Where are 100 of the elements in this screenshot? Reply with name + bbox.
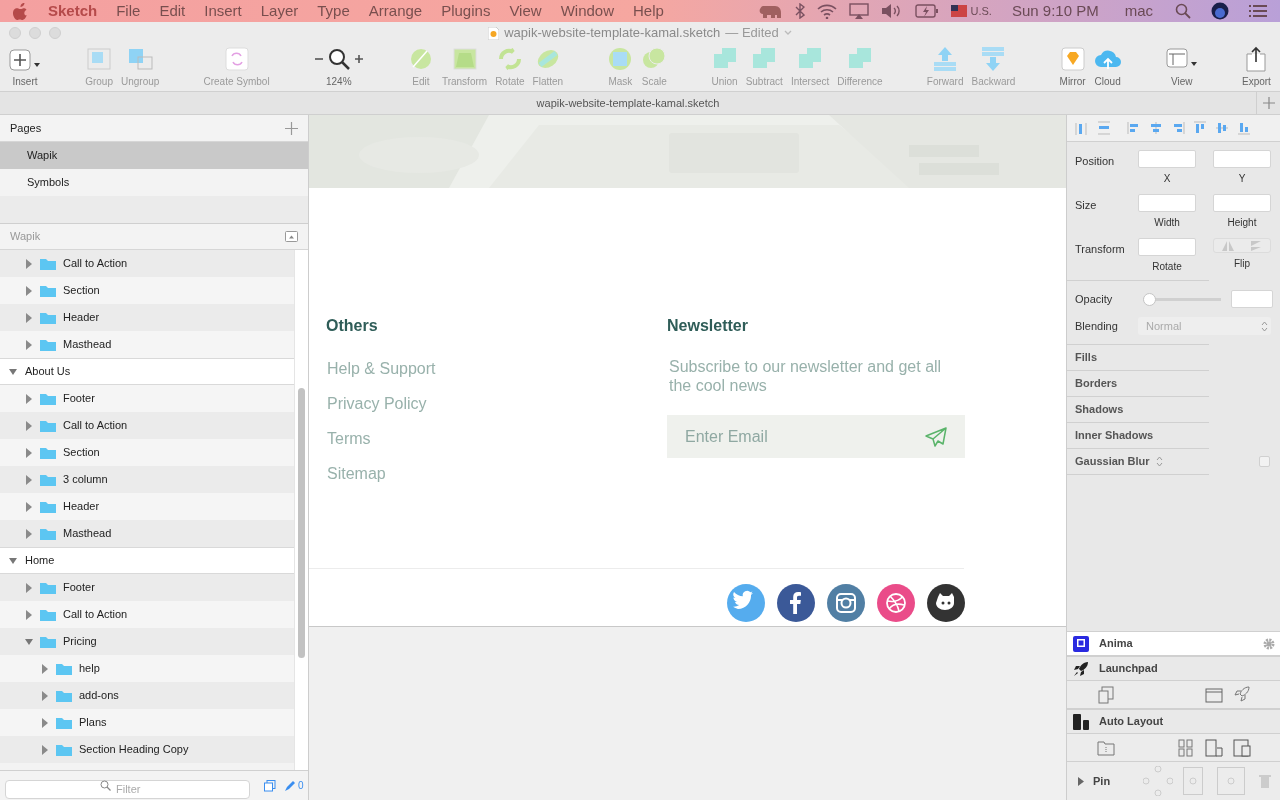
phone-tablet-icon[interactable] xyxy=(1205,738,1223,757)
toolbar-button[interactable]: View xyxy=(1164,46,1199,89)
pin-toggle[interactable]: Pin xyxy=(1077,772,1111,790)
folder-outline-icon[interactable] xyxy=(1097,738,1115,757)
expand-arrow-icon[interactable] xyxy=(40,663,50,674)
input-source[interactable]: U.S. xyxy=(970,2,992,20)
section-header[interactable]: Inner Shadows xyxy=(1075,427,1154,444)
toolbar-button[interactable]: Cloud xyxy=(1092,46,1123,89)
menu-item[interactable]: Layer xyxy=(260,0,299,23)
collapse-arrow-icon[interactable] xyxy=(24,636,34,647)
layer-row[interactable]: Home xyxy=(0,547,294,574)
apple-icon[interactable] xyxy=(13,2,28,20)
search-icon[interactable] xyxy=(1175,3,1191,19)
instagram-button[interactable] xyxy=(827,584,865,622)
airplay-icon[interactable] xyxy=(848,3,869,19)
section-header[interactable]: Gaussian Blur xyxy=(1075,453,1150,470)
filter-field[interactable]: Filter xyxy=(5,779,250,799)
menu-item[interactable]: Help xyxy=(633,0,664,23)
toolbar-button[interactable]: Export xyxy=(1240,46,1272,89)
layer-row[interactable]: Call to Action xyxy=(0,412,294,439)
plugin-header[interactable]: Anima xyxy=(1067,631,1280,656)
layer-row[interactable]: About Us xyxy=(0,358,294,385)
number-field[interactable] xyxy=(1138,150,1196,168)
number-field[interactable] xyxy=(1138,194,1196,212)
list-icon[interactable] xyxy=(1249,4,1267,18)
layer-row[interactable]: Header xyxy=(0,304,294,331)
expand-arrow-icon[interactable] xyxy=(24,447,34,458)
layer-row[interactable]: Pricing xyxy=(0,628,294,655)
settings-icon[interactable] xyxy=(1263,637,1275,650)
layer-row[interactable]: Section Heading Copy xyxy=(0,736,294,763)
battery-icon[interactable] xyxy=(914,4,939,18)
expand-arrow-icon[interactable] xyxy=(24,420,34,431)
user-menu[interactable]: mac xyxy=(1124,0,1153,23)
updown-icon[interactable] xyxy=(1155,456,1163,467)
menu-item[interactable]: File xyxy=(116,0,141,23)
number-field[interactable] xyxy=(1231,290,1273,308)
menu-item[interactable]: Type xyxy=(317,0,350,23)
menu-item[interactable]: Plugins xyxy=(441,0,491,23)
github-button[interactable] xyxy=(927,584,965,622)
pen-icon[interactable] xyxy=(284,779,296,792)
wifi-icon[interactable] xyxy=(816,3,837,19)
section-header[interactable]: Borders xyxy=(1075,375,1118,392)
layer-row[interactable]: Call to Action xyxy=(0,250,294,277)
email-field[interactable]: Enter Email xyxy=(667,415,965,458)
align-icon[interactable] xyxy=(1215,121,1229,135)
layer-row[interactable]: 3 column xyxy=(0,466,294,493)
align-icon[interactable] xyxy=(1171,121,1185,135)
number-field[interactable] xyxy=(1213,150,1271,168)
scrollbar-thumb[interactable] xyxy=(298,388,305,658)
toolbar-button[interactable]: Insert xyxy=(8,46,42,89)
align-icon[interactable] xyxy=(1127,121,1141,135)
menu-clock[interactable]: Sun 9:10 PM xyxy=(1011,0,1099,23)
collapse-arrow-icon[interactable] xyxy=(8,366,18,377)
rocket-icon[interactable] xyxy=(1233,685,1251,704)
menu-item[interactable]: Window xyxy=(560,0,614,23)
align-icon[interactable] xyxy=(1193,121,1207,135)
section-header[interactable]: Shadows xyxy=(1075,401,1124,418)
expand-arrow-icon[interactable] xyxy=(24,258,34,269)
page-item[interactable]: Wapik xyxy=(0,142,308,169)
grid-icon[interactable] xyxy=(1177,738,1195,757)
layer-row[interactable]: Masthead xyxy=(0,520,294,547)
magnifier-icon[interactable] xyxy=(327,48,350,70)
send-icon[interactable] xyxy=(925,427,947,447)
toolbar-button[interactable]: Mirror xyxy=(1058,46,1087,89)
expand-arrow-icon[interactable] xyxy=(40,690,50,701)
distribute-icon[interactable] xyxy=(1097,121,1111,135)
expand-arrow-icon[interactable] xyxy=(24,339,34,350)
bluetooth-icon[interactable] xyxy=(794,3,805,19)
twitter-button[interactable] xyxy=(727,584,765,622)
plus-icon[interactable] xyxy=(353,54,364,64)
align-icon[interactable] xyxy=(1149,121,1163,135)
plugin-header[interactable]: Auto Layout xyxy=(1067,709,1280,734)
elephant-icon[interactable] xyxy=(758,3,783,19)
menu-item[interactable]: Edit xyxy=(159,0,186,23)
expand-arrow-icon[interactable] xyxy=(24,501,34,512)
expand-arrow-icon[interactable] xyxy=(24,528,34,539)
number-field[interactable] xyxy=(1138,238,1196,256)
copy-icon[interactable] xyxy=(264,779,276,792)
expand-arrow-icon[interactable] xyxy=(24,285,34,296)
menu-item[interactable]: View xyxy=(509,0,542,23)
expand-arrow-icon[interactable] xyxy=(24,393,34,404)
menu-item[interactable]: Insert xyxy=(204,0,242,23)
checkbox[interactable] xyxy=(1259,456,1270,467)
expand-arrow-icon[interactable] xyxy=(24,582,34,593)
tablet-phone-icon[interactable] xyxy=(1233,738,1251,757)
volume-icon[interactable] xyxy=(880,3,903,19)
app-menu[interactable]: Sketch xyxy=(48,0,98,23)
slider-thumb[interactable] xyxy=(1143,292,1156,306)
layer-row[interactable]: add-ons xyxy=(0,682,294,709)
collapse-icon[interactable] xyxy=(285,231,298,242)
add-page-icon[interactable] xyxy=(285,121,298,135)
caret-icon[interactable] xyxy=(783,30,792,36)
align-icon[interactable] xyxy=(1237,121,1251,135)
export-artboard-icon[interactable] xyxy=(1097,685,1115,704)
expand-arrow-icon[interactable] xyxy=(24,312,34,323)
plugin-header[interactable]: Launchpad xyxy=(1067,656,1280,681)
expand-arrow-icon[interactable] xyxy=(24,474,34,485)
browser-icon[interactable] xyxy=(1205,685,1223,704)
toolbar-button[interactable]: 124% xyxy=(312,46,365,89)
avatar-icon[interactable] xyxy=(1211,2,1229,20)
